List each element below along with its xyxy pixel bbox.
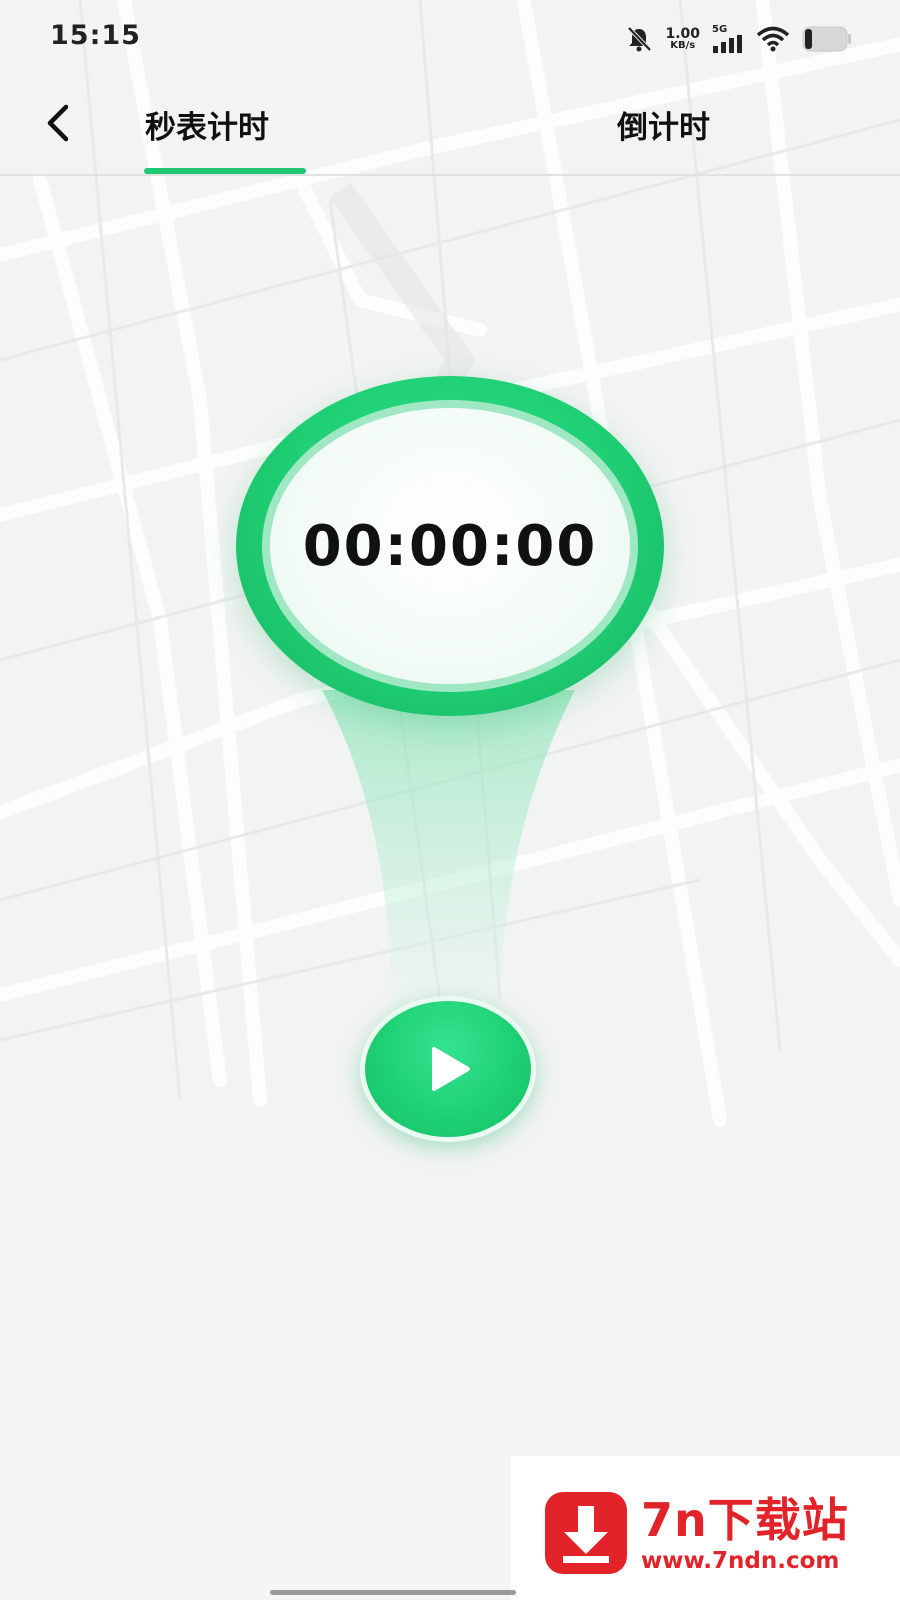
status-icons: 1.00 KB/s 5G bbox=[625, 22, 852, 56]
tab-stopwatch[interactable]: 秒表计时 bbox=[145, 102, 269, 147]
net-speed-unit: KB/s bbox=[670, 40, 696, 51]
download-logo-icon bbox=[545, 1492, 627, 1574]
status-time: 15:15 bbox=[50, 20, 141, 51]
map-background bbox=[0, 0, 900, 1600]
bell-mute-icon bbox=[628, 26, 652, 52]
back-button[interactable] bbox=[36, 98, 80, 148]
chevron-left-icon bbox=[47, 104, 69, 142]
net-speed: 1.00 KB/s bbox=[665, 27, 700, 51]
watermark-name: 7n下载站 bbox=[641, 1493, 849, 1547]
header-divider bbox=[0, 174, 900, 176]
net-speed-value: 1.00 bbox=[665, 26, 700, 42]
signal-group: 5G bbox=[712, 25, 744, 53]
header: 秒表计时 倒计时 bbox=[0, 78, 900, 174]
status-bar: 15:15 1.00 KB/s 5G bbox=[0, 0, 900, 78]
play-button[interactable] bbox=[360, 996, 536, 1142]
wifi-icon bbox=[756, 26, 790, 52]
play-icon bbox=[432, 1047, 470, 1091]
timer-display: 00:00:00 bbox=[302, 513, 598, 579]
watermark: 7n下载站 www.7ndn.com bbox=[511, 1456, 900, 1600]
tab-countdown[interactable]: 倒计时 bbox=[617, 102, 710, 147]
home-indicator bbox=[270, 1590, 516, 1595]
network-type-label: 5G bbox=[712, 24, 728, 35]
timer-ring: 00:00:00 bbox=[262, 400, 638, 692]
battery-icon bbox=[802, 26, 851, 52]
signal-icon bbox=[713, 35, 742, 53]
watermark-url: www.7ndn.com bbox=[641, 1548, 840, 1574]
timer-dial: 00:00:00 bbox=[236, 376, 664, 716]
timer-face: 00:00:00 bbox=[270, 408, 630, 684]
